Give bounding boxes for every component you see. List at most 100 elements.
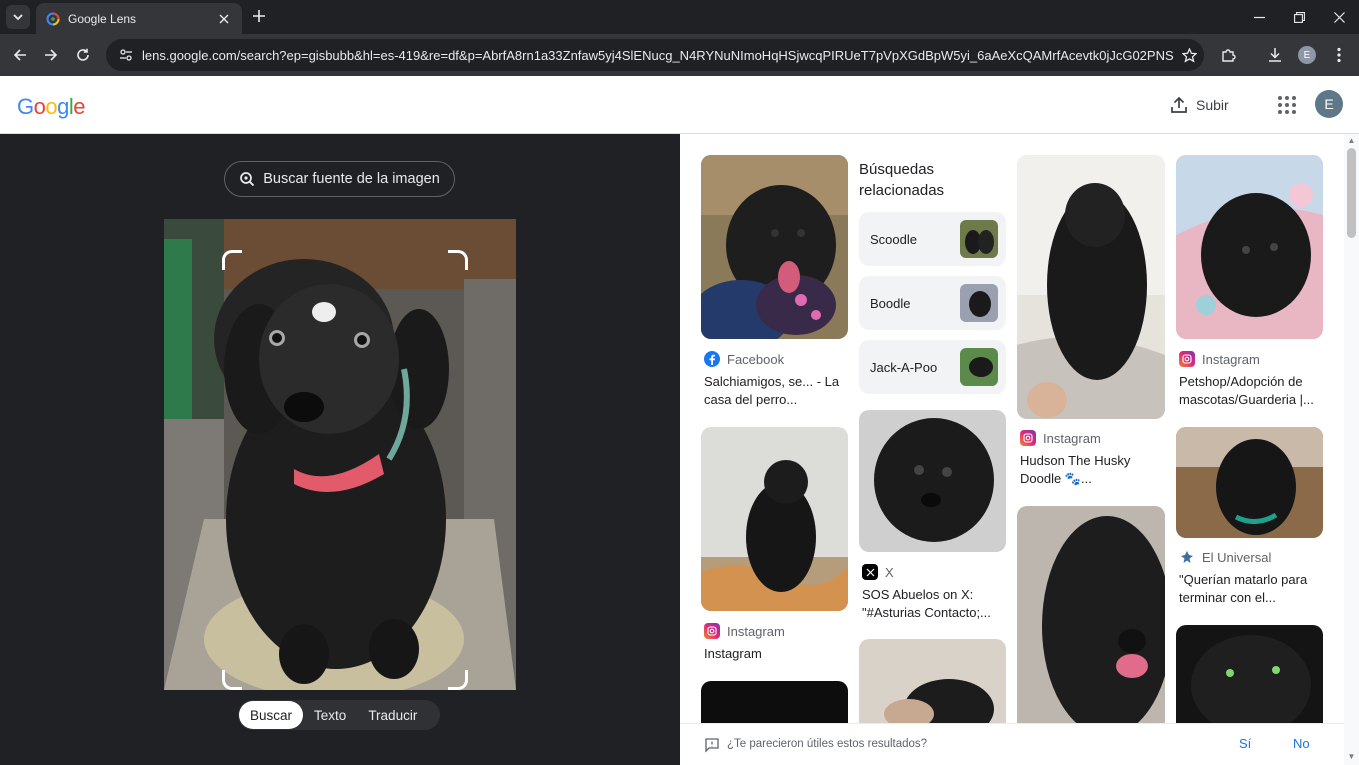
feedback-no-button[interactable]: No — [1293, 736, 1310, 751]
back-button[interactable] — [8, 43, 32, 67]
restore-button[interactable] — [1279, 0, 1319, 34]
result-source-name: El Universal — [1202, 549, 1272, 565]
scroll-down-arrow-icon[interactable]: ▼ — [1347, 753, 1356, 761]
downloads-button[interactable] — [1263, 43, 1287, 67]
result-image-partial[interactable] — [859, 639, 1006, 725]
mode-search-pill[interactable]: Buscar — [239, 701, 304, 729]
related-thumb — [960, 220, 998, 258]
extensions-button[interactable] — [1217, 43, 1241, 67]
related-search-boodle[interactable]: Boodle — [859, 276, 1006, 330]
puzzle-icon — [1222, 49, 1236, 62]
result-image-instagram-1[interactable] — [701, 427, 848, 611]
new-tab-button[interactable] — [249, 6, 269, 26]
minimize-icon — [1253, 16, 1265, 18]
result-image-el-universal[interactable] — [1176, 427, 1323, 538]
result-source-instagram-2[interactable]: Instagram — [1020, 430, 1101, 446]
google-header: Google Subir E — [0, 76, 1359, 134]
upload-button[interactable]: Subir — [1170, 92, 1229, 118]
lens-image-pane: Buscar fuente de la imagen Buscar Texto … — [0, 134, 680, 765]
result-title-facebook[interactable]: Salchiamigos, se... - La casa del perro.… — [704, 373, 850, 409]
result-source-name: Instagram — [1202, 351, 1260, 367]
visual-matches-pane: Facebook Salchiamigos, se... - La casa d… — [680, 134, 1359, 765]
tab-search-button[interactable] — [6, 5, 30, 29]
related-searches-heading: Búsquedas relacionadas — [859, 161, 945, 199]
related-thumb — [960, 348, 998, 386]
result-source-el-universal[interactable]: El Universal — [1179, 549, 1271, 565]
google-lens-favicon-icon — [46, 12, 60, 25]
result-image-x[interactable] — [859, 410, 1006, 552]
instagram-icon — [1179, 351, 1195, 367]
x-logo-icon — [862, 564, 878, 580]
result-source-name: X — [885, 564, 894, 580]
feedback-question: ¿Te parecieron útiles estos resultados? — [727, 738, 928, 750]
result-title-x[interactable]: SOS Abuelos on X: "#Asturias Contacto;..… — [862, 586, 1008, 622]
google-apps-icon[interactable] — [1274, 92, 1300, 118]
close-icon — [1333, 11, 1345, 23]
scroll-up-arrow-icon[interactable]: ▲ — [1347, 137, 1356, 145]
result-source-name: Instagram — [1043, 430, 1101, 446]
related-search-scoodle[interactable]: Scoodle — [859, 212, 1006, 266]
logo-letter: e — [73, 94, 86, 119]
related-search-label: Jack-A-Poo — [870, 359, 938, 375]
browser-menu-button[interactable] — [1327, 43, 1351, 67]
crop-handle-bottom-left[interactable] — [222, 670, 242, 690]
result-image-instagram-2[interactable] — [1017, 155, 1165, 419]
account-avatar[interactable]: E — [1315, 90, 1343, 118]
feedback-yes-button[interactable]: Sí — [1239, 736, 1251, 751]
logo-letter: g — [57, 94, 69, 119]
site-settings-icon[interactable] — [118, 47, 134, 63]
instagram-icon — [704, 623, 720, 639]
result-source-name: Instagram — [727, 623, 785, 639]
result-title-instagram-1[interactable]: Instagram — [704, 645, 850, 663]
result-source-instagram-1[interactable]: Instagram — [704, 623, 785, 639]
google-logo[interactable]: Google — [17, 94, 86, 120]
scrollbar-thumb[interactable] — [1347, 148, 1356, 238]
find-image-source-label: Buscar fuente de la imagen — [263, 171, 440, 187]
crop-handle-top-right[interactable] — [448, 250, 468, 270]
reload-icon — [77, 48, 89, 61]
result-source-x[interactable]: X — [862, 564, 894, 580]
crop-selection[interactable] — [222, 250, 468, 690]
related-search-jack-a-poo[interactable]: Jack-A-Poo — [859, 340, 1006, 394]
tab-title: Google Lens — [68, 11, 137, 26]
reload-button[interactable] — [71, 43, 95, 67]
logo-letter: o — [45, 94, 58, 119]
address-bar[interactable]: lens.google.com/search?ep=gisbubb&hl=es-… — [106, 39, 1204, 71]
related-search-label: Boodle — [870, 295, 911, 311]
find-image-source-button[interactable]: Buscar fuente de la imagen — [224, 161, 455, 197]
crop-handle-bottom-right[interactable] — [448, 670, 468, 690]
bookmark-star-icon[interactable] — [1174, 40, 1204, 70]
related-thumb — [960, 284, 998, 322]
result-image-instagram-3[interactable] — [1176, 155, 1323, 339]
browser-tab-google-lens[interactable]: Google Lens — [36, 3, 242, 34]
logo-letter: o — [33, 94, 46, 119]
forward-button[interactable] — [39, 43, 63, 67]
browser-tab-bar: Google Lens — [0, 0, 1359, 34]
restore-icon — [1293, 11, 1305, 23]
url-text[interactable]: lens.google.com/search?ep=gisbubb&hl=es-… — [142, 48, 1174, 63]
facebook-icon — [704, 351, 720, 367]
kebab-menu-icon — [1337, 47, 1341, 63]
lens-mode-switcher: Buscar Texto Traducir — [238, 700, 440, 730]
close-tab-icon[interactable] — [216, 11, 232, 27]
result-image-tongue[interactable] — [1017, 506, 1165, 725]
arrow-right-icon — [45, 49, 58, 61]
mode-translate-pill[interactable]: Traducir — [357, 701, 428, 729]
result-title-instagram-3[interactable]: Petshop/Adopción de mascotas/Guarderia |… — [1179, 373, 1325, 409]
result-source-instagram-3[interactable]: Instagram — [1179, 351, 1260, 367]
browser-profile-avatar[interactable]: E — [1298, 46, 1316, 64]
result-image-dark[interactable] — [701, 681, 848, 725]
minimize-button[interactable] — [1239, 0, 1279, 34]
result-image-facebook[interactable] — [701, 155, 848, 339]
result-source-facebook[interactable]: Facebook — [704, 351, 784, 367]
result-title-instagram-2[interactable]: Hudson The Husky Doodle 🐾... — [1020, 452, 1166, 488]
results-scrollbar[interactable]: ▲ ▼ — [1344, 134, 1359, 765]
result-title-el-universal[interactable]: "Querían matarlo para terminar con el... — [1179, 571, 1325, 607]
feedback-icon — [705, 738, 719, 753]
result-image-glowing-eyes[interactable] — [1176, 625, 1323, 725]
upload-label: Subir — [1196, 97, 1229, 113]
close-window-button[interactable] — [1319, 0, 1359, 34]
lens-search-icon — [240, 172, 255, 187]
mode-text-pill[interactable]: Texto — [303, 701, 357, 729]
crop-handle-top-left[interactable] — [222, 250, 242, 270]
